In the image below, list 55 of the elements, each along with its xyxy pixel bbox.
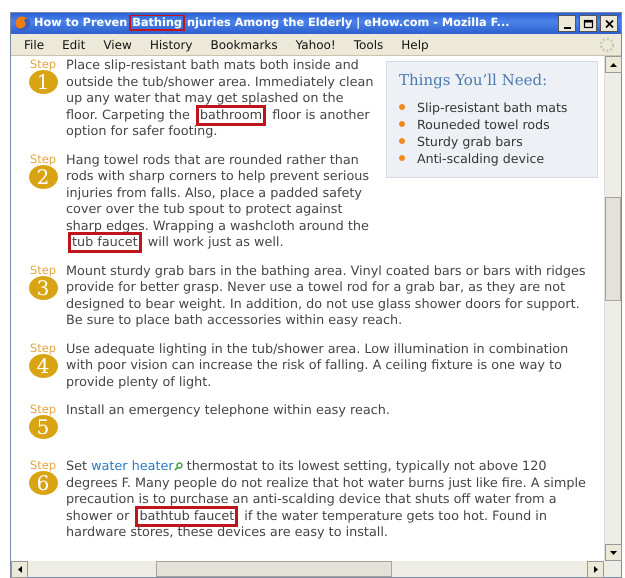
scroll-thumb[interactable] bbox=[605, 197, 621, 301]
scroll-down-button[interactable] bbox=[605, 544, 622, 561]
close-icon[interactable] bbox=[604, 18, 614, 28]
step-number: 1 bbox=[28, 70, 58, 94]
step-number: 6 bbox=[28, 471, 58, 495]
step-label: Step bbox=[30, 58, 56, 70]
step-label: Step bbox=[30, 459, 56, 471]
menu-item[interactable]: Help bbox=[392, 36, 438, 54]
step-text: Install an emergency telephone within easy reach. bbox=[66, 403, 391, 420]
step-text: Set water heater thermostat to its lowest setting, typically not above 120 degrees F. Many people do not realize that hot water burns just like fire. A simple precaution is to purchase an anti-scalding device that shuts off water from a shower or bathtub faucet if the water temperature gets too hot. Found in hardware stores, these devices are easy to install. bbox=[66, 459, 587, 542]
step-label: Step bbox=[30, 264, 56, 276]
down-arrow-icon[interactable] bbox=[610, 550, 617, 554]
maximize-button[interactable] bbox=[579, 15, 597, 32]
list-item: Anti-scalding device bbox=[399, 150, 587, 166]
menu-item[interactable]: Bookmarks bbox=[202, 36, 287, 54]
step-text: Use adequate lighting in the tub/shower area. Low illumination in combination with poor vision can increase the risk of falling. A ceiling fixture is one way to provide plenty of light. bbox=[66, 342, 570, 391]
step-label: Step bbox=[30, 403, 56, 415]
up-arrow-icon[interactable] bbox=[610, 62, 617, 66]
menu-item[interactable]: Yahoo! bbox=[286, 36, 345, 54]
throbber-icon bbox=[599, 36, 615, 52]
scroll-up-button[interactable] bbox=[605, 56, 622, 73]
minimize-button[interactable] bbox=[558, 15, 576, 32]
menu-item[interactable]: Edit bbox=[53, 36, 94, 54]
menu-item[interactable]: File bbox=[15, 36, 54, 54]
bullet-icon bbox=[399, 121, 405, 128]
scroll-thumb[interactable] bbox=[156, 561, 392, 577]
maximize-icon[interactable] bbox=[582, 18, 594, 28]
step-text: Place slip-resistant bath mats both inside and outside the tub/shower area. Immediately clean up any water that may get splashed on the floor. Carpeting the bathroom floor is another option for safer footing. bbox=[66, 58, 374, 140]
step-number: 3 bbox=[28, 276, 58, 300]
list-item: Slip-resistant bath mats bbox=[399, 98, 587, 116]
bullet-icon bbox=[399, 155, 405, 162]
list-item: Rouneded towel rods bbox=[399, 116, 587, 132]
bullet-icon bbox=[399, 138, 405, 144]
scroll-left-button[interactable] bbox=[11, 561, 28, 578]
step-number: 5 bbox=[28, 415, 58, 439]
step-label: Step bbox=[30, 342, 56, 354]
right-arrow-icon[interactable] bbox=[594, 566, 598, 573]
window-title: How to Preven Bathing njuries Among the Elderly | eHow.com - Mozilla F... bbox=[34, 15, 511, 32]
step-label: Step bbox=[30, 152, 56, 164]
step-text: Mount sturdy grab bars in the bathing area. Vinyl coated bars or bars with ridges provide for better grasp. Never use a towel rod for a grab bar, as they are not designed to bear weight. In addition, do not use glass shower doors for support. Be sure to place bath accessories within easy reach. bbox=[66, 264, 587, 330]
menu-item[interactable]: Tools bbox=[344, 36, 392, 54]
bullet-icon bbox=[399, 104, 405, 110]
search-icon[interactable] bbox=[174, 462, 183, 471]
list-item: Sturdy grab bars bbox=[399, 132, 587, 150]
browser-logo-icon bbox=[14, 15, 31, 32]
panel-title: Things You’ll Need: bbox=[399, 72, 548, 88]
menu-item[interactable]: History bbox=[140, 36, 202, 54]
step-text: Hang towel rods that are rounded rather than rods with sharp corners to help prevent serious injuries from falls. Also, place a padded safety cover over the tub spout to protect against sharp edges. Wrapping a washcloth around the tub faucet will work just as well. bbox=[66, 152, 376, 252]
link[interactable]: water heater bbox=[91, 459, 174, 474]
step-number: 2 bbox=[28, 164, 58, 188]
left-arrow-icon[interactable] bbox=[18, 566, 22, 573]
step-number: 4 bbox=[28, 354, 58, 378]
close-button[interactable] bbox=[600, 15, 618, 32]
scroll-right-button[interactable] bbox=[587, 561, 604, 578]
menu-item[interactable]: View bbox=[94, 36, 141, 54]
